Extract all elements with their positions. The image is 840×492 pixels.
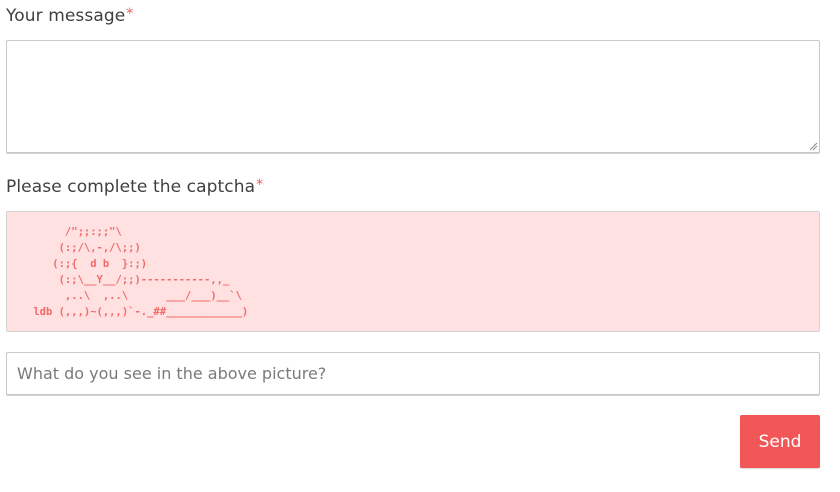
message-label: Your message* xyxy=(6,6,133,26)
captcha-image: /";;:;;"\ (:;/\,-,/\;;) (:;{ d b }:;) (:… xyxy=(6,211,820,332)
captcha-label: Please complete the captcha* xyxy=(6,177,263,197)
captcha-answer-input[interactable] xyxy=(6,352,820,395)
required-asterisk: * xyxy=(256,177,264,193)
captcha-ascii-art: /";;:;;"\ (:;/\,-,/\;;) (:;{ d b }:;) (:… xyxy=(33,226,249,318)
captcha-label-text: Please complete the captcha xyxy=(6,177,256,197)
message-textarea[interactable] xyxy=(6,40,820,153)
resize-grip-icon[interactable] xyxy=(808,141,818,151)
message-label-text: Your message xyxy=(6,6,126,26)
send-button[interactable]: Send xyxy=(740,415,820,468)
required-asterisk: * xyxy=(126,6,134,22)
